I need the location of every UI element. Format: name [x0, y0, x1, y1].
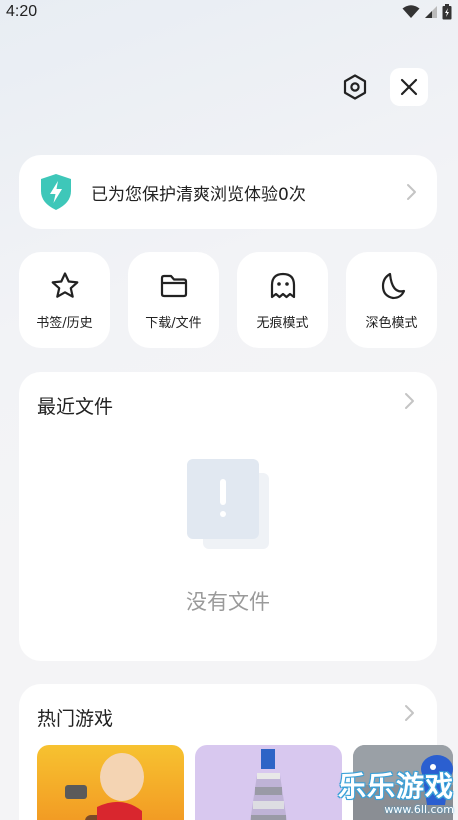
hot-games-title[interactable]: 热门游戏 [37, 704, 113, 731]
chevron-right-icon[interactable] [403, 392, 415, 410]
game-thumbnail-art [195, 745, 342, 820]
battery-icon [442, 4, 452, 20]
incognito-mode-button[interactable]: 无痕模式 [237, 252, 328, 348]
status-bar: 4:20 [0, 0, 458, 24]
dark-mode-label: 深色模式 [365, 315, 418, 331]
dark-mode-button[interactable]: 深色模式 [346, 252, 437, 348]
empty-file-icon [187, 459, 269, 549]
star-icon [51, 271, 78, 298]
game-thumbnail-art [37, 745, 184, 820]
close-icon [400, 78, 418, 96]
game-thumbnail[interactable] [195, 745, 342, 820]
watermark-main-text: 乐乐游戏 [337, 770, 454, 803]
ghost-icon [270, 272, 295, 298]
chevron-right-icon [407, 184, 416, 200]
game-thumbnail[interactable] [37, 745, 184, 820]
wifi-icon [402, 5, 420, 18]
recent-files-title[interactable]: 最近文件 [37, 392, 113, 419]
status-icons [402, 4, 452, 20]
settings-button[interactable] [336, 68, 374, 106]
top-actions [336, 68, 428, 106]
cell-signal-icon [425, 6, 437, 18]
empty-files-text: 没有文件 [186, 590, 270, 614]
incognito-mode-label: 无痕模式 [256, 315, 309, 331]
hexagon-settings-icon [343, 74, 367, 100]
chevron-right-icon[interactable] [403, 704, 415, 722]
folder-icon [160, 274, 187, 297]
shield-lightning-icon [41, 174, 71, 210]
recent-files-card: 最近文件 没有文件 [19, 372, 437, 661]
watermark-logo: 乐乐游戏 www.6ll.com [338, 765, 454, 816]
protection-text: 已为您保护清爽浏览体验0次 [91, 184, 306, 205]
protection-banner[interactable]: 已为您保护清爽浏览体验0次 [19, 155, 437, 229]
close-button[interactable] [390, 68, 428, 106]
bookmarks-history-button[interactable]: 书签/历史 [19, 252, 110, 348]
moon-icon [381, 272, 405, 299]
downloads-files-button[interactable]: 下载/文件 [128, 252, 219, 348]
status-time: 4:20 [6, 3, 38, 20]
downloads-files-label: 下载/文件 [145, 315, 202, 331]
bookmarks-history-label: 书签/历史 [36, 315, 93, 331]
